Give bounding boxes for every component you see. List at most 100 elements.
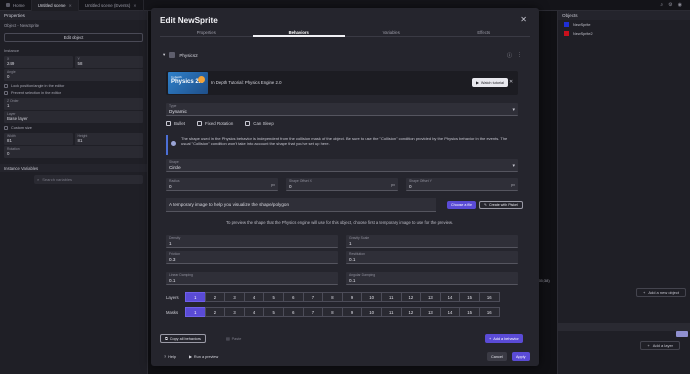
angular-damping-field[interactable]: Angular Damping 0.1	[346, 272, 518, 285]
layer-toggle-10[interactable]: 10	[361, 292, 382, 302]
object-item[interactable]: NewSprite	[558, 20, 690, 29]
mask-toggle-6[interactable]: 6	[282, 307, 304, 317]
edit-object-button[interactable]: Edit object	[4, 33, 143, 42]
mask-toggle-8[interactable]: 8	[322, 307, 343, 317]
offset-x-field[interactable]: Shape Offset X 0 px	[286, 178, 398, 191]
offset-y-field[interactable]: Shape Offset Y 0 px	[406, 178, 518, 191]
layer-toggle-6[interactable]: 6	[282, 292, 304, 302]
friction-field[interactable]: Friction 0.3	[166, 251, 338, 264]
rotation-field[interactable]: Rotation 0	[4, 146, 143, 158]
density-field[interactable]: Density 1	[166, 235, 338, 248]
help-icon: ?	[164, 354, 167, 359]
layer-toggle-2[interactable]: 2	[204, 292, 226, 302]
mask-toggle-11[interactable]: 11	[380, 307, 402, 317]
restitution-label: Restitution	[349, 252, 366, 256]
help-button[interactable]: ? Help	[160, 352, 180, 361]
mask-toggle-2[interactable]: 2	[204, 307, 226, 317]
create-with-piskel-button[interactable]: ✎ Create with Piskel	[479, 201, 523, 209]
choose-file-button[interactable]: Choose a file	[447, 201, 476, 209]
shape-value: Circle	[169, 165, 181, 170]
tab-events[interactable]: Untitled scene (Events) ✕	[79, 0, 144, 11]
object-item[interactable]: NewSprite2	[558, 29, 690, 38]
mask-toggle-3[interactable]: 3	[224, 307, 245, 317]
mask-toggle-1[interactable]: 1	[185, 307, 206, 317]
add-object-button[interactable]: + Add a new object	[635, 288, 686, 297]
layer-toggle-8[interactable]: 8	[322, 292, 343, 302]
settings-icon[interactable]: ⚙	[668, 2, 672, 8]
fixed-rotation-checkbox[interactable]: Fixed Rotation	[196, 121, 233, 126]
apply-button[interactable]: Apply	[512, 352, 530, 361]
close-icon[interactable]: ✕	[509, 79, 513, 85]
paste-button[interactable]: ▤ Paste	[222, 334, 245, 343]
mask-toggle-13[interactable]: 13	[420, 307, 441, 317]
tab-home[interactable]: Home	[0, 0, 32, 11]
search-icon[interactable]: ⌕	[660, 2, 663, 8]
add-layer-button[interactable]: + Add a layer	[640, 341, 680, 350]
layer-toggle-14[interactable]: 14	[439, 292, 461, 302]
cancel-button[interactable]: Cancel	[487, 352, 507, 361]
user-icon[interactable]: ◉	[678, 2, 682, 8]
temporary-image-input[interactable]: A temporary image to help you visualize …	[166, 198, 436, 212]
behavior-header[interactable]: ▾ Physics2 ⓘ ⋮	[163, 51, 522, 59]
mask-toggle-9[interactable]: 9	[341, 307, 363, 317]
layer-visibility-toggle[interactable]	[676, 331, 688, 337]
tab-variables[interactable]: Variables	[345, 29, 438, 37]
bullet-checkbox[interactable]: Bullet	[166, 121, 185, 126]
tab-scene[interactable]: Untitled scene ✕	[31, 0, 79, 11]
close-icon[interactable]: ✕	[133, 3, 136, 8]
layer-toggle-9[interactable]: 9	[341, 292, 363, 302]
chevron-down-icon[interactable]: ▾	[163, 52, 165, 58]
layer-toggle-1[interactable]: 1	[185, 292, 206, 302]
radius-field[interactable]: Radius 0 px	[166, 178, 278, 191]
layer-toggle-7[interactable]: 7	[302, 292, 324, 302]
copy-all-behaviors-button[interactable]: ⧉ Copy all behaviors	[160, 334, 206, 343]
mask-toggle-4[interactable]: 4	[243, 307, 265, 317]
shape-select[interactable]: Shape Circle ▾	[166, 159, 518, 172]
restitution-field[interactable]: Restitution 0.1	[346, 251, 518, 264]
chevron-down-icon: ▾	[512, 107, 515, 113]
mask-toggle-12[interactable]: 12	[400, 307, 422, 317]
width-field[interactable]: Width 81	[4, 133, 73, 145]
mask-toggle-5[interactable]: 5	[263, 307, 284, 317]
y-field[interactable]: Y 58	[74, 56, 143, 68]
run-preview-button[interactable]: ▶ Run a preview	[185, 352, 222, 361]
more-options-icon[interactable]: ⋮	[517, 52, 522, 59]
layer-toggle-11[interactable]: 11	[380, 292, 402, 302]
tab-effects[interactable]: Effects	[437, 29, 530, 37]
lock-checkbox[interactable]: Lock position/angle in the editor	[4, 84, 143, 88]
tutorial-title: In Depth Tutorial: Physics Engine 2.0	[211, 80, 282, 85]
can-sleep-checkbox[interactable]: Can Sleep	[245, 121, 274, 126]
mask-toggle-10[interactable]: 10	[361, 307, 382, 317]
linear-damping-field[interactable]: Linear Damping 0.1	[166, 272, 338, 285]
layer-select[interactable]: Layer Base layer	[4, 111, 143, 123]
prevent-selection-checkbox[interactable]: Prevent selection in the editor	[4, 91, 143, 95]
mask-toggle-14[interactable]: 14	[439, 307, 461, 317]
tab-properties[interactable]: Properties	[160, 29, 253, 37]
layer-toggle-13[interactable]: 13	[420, 292, 441, 302]
instance-variables-title: Instance Variables	[0, 164, 147, 172]
layer-toggle-5[interactable]: 5	[263, 292, 284, 302]
type-select[interactable]: Type Dynamic ▾	[166, 103, 518, 116]
close-icon[interactable]: ✕	[69, 3, 72, 8]
close-icon[interactable]: ✕	[520, 15, 527, 24]
layer-toggle-3[interactable]: 3	[224, 292, 245, 302]
help-icon[interactable]: ⓘ	[507, 52, 512, 59]
zorder-field[interactable]: Z Order 1	[4, 98, 143, 110]
layer-toggle-15[interactable]: 15	[459, 292, 480, 302]
watch-tutorial-button[interactable]: ▶ Watch tutorial	[472, 78, 508, 87]
x-field[interactable]: X 249	[4, 56, 73, 68]
mask-toggle-15[interactable]: 15	[459, 307, 480, 317]
pencil-icon: ✎	[484, 203, 488, 207]
gravity-scale-field[interactable]: Gravity Scale 1	[346, 235, 518, 248]
custom-size-checkbox[interactable]: Custom size	[4, 126, 143, 130]
height-field[interactable]: Height 81	[74, 133, 143, 145]
add-behavior-button[interactable]: + Add a behavior	[485, 334, 523, 343]
layer-toggle-16[interactable]: 16	[478, 292, 500, 302]
angle-field[interactable]: Angle 0	[4, 69, 143, 81]
mask-toggle-16[interactable]: 16	[478, 307, 500, 317]
layer-toggle-4[interactable]: 4	[243, 292, 265, 302]
tab-behaviors[interactable]: Behaviors	[252, 29, 345, 37]
mask-toggle-7[interactable]: 7	[302, 307, 324, 317]
variables-search-input[interactable]: ⌕ Search variables	[34, 175, 143, 184]
layer-toggle-12[interactable]: 12	[400, 292, 422, 302]
